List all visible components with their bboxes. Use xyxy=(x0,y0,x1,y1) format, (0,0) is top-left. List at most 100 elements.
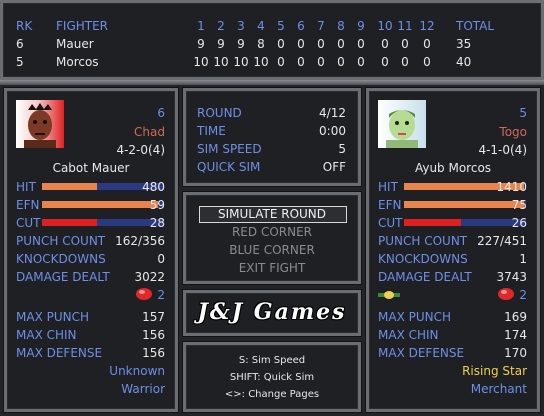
right-style: Merchant xyxy=(470,382,527,396)
left-record: 4-2-0(4) xyxy=(116,143,165,157)
right-max-chin: 174 xyxy=(504,328,527,342)
row2-scores-round-3: 10 xyxy=(233,55,249,69)
row2-scores-round-4: 10 xyxy=(253,55,269,69)
header-round-10: 10 xyxy=(377,19,393,33)
row2-rank: 5 xyxy=(16,55,24,69)
row1-name: Mauer xyxy=(56,37,94,51)
right-hit-value: 1410 xyxy=(496,180,527,194)
right-status: Rising Star xyxy=(462,364,527,378)
fight-menu-panel: SIMULATE ROUND RED CORNER BLUE CORNER EX… xyxy=(183,192,361,284)
header-round-11: 11 xyxy=(397,19,413,33)
row2-scores-round-12: 0 xyxy=(423,55,431,69)
scorecard-panel: RK FIGHTER 1 2 3 4 5 6 7 8 9 10 11 12 TOTAL 6 Mauer… xyxy=(0,0,544,80)
left-damage: 3022 xyxy=(134,270,165,284)
row2-scores-round-7: 0 xyxy=(317,55,325,69)
row1-scores-round-2: 9 xyxy=(217,37,225,51)
help-panel: S: Sim Speed SHIFT: Quick Sim <>: Change… xyxy=(183,342,361,412)
right-cut-label: CUT xyxy=(378,216,403,230)
right-full-name: Ayub Morcos xyxy=(414,161,492,175)
left-rank: 6 xyxy=(157,106,165,120)
header-round-3: 3 xyxy=(237,19,245,33)
row1-scores-round-4: 8 xyxy=(257,37,265,51)
header-fighter: FIGHTER xyxy=(56,19,109,33)
help-quick-sim: SHIFT: Quick Sim xyxy=(229,372,315,383)
header-round-8: 8 xyxy=(337,19,345,33)
header-round-1: 1 xyxy=(197,19,205,33)
header-total: TOTAL xyxy=(456,19,495,33)
left-max-defense: 156 xyxy=(142,346,165,360)
row2-scores-round-5: 0 xyxy=(277,55,285,69)
left-max-defense-label: MAX DEFENSE xyxy=(16,346,103,360)
left-punch-count: 162/356 xyxy=(115,234,165,248)
right-max-chin-label: MAX CHIN xyxy=(378,328,439,342)
blue-corner-option[interactable]: BLUE CORNER xyxy=(186,243,358,257)
left-fighter-panel: 6 Chad 4-2-0(4) Cabot Mauer HIT 480 EFN … xyxy=(4,88,178,412)
right-max-defense: 170 xyxy=(504,346,527,360)
round-info-panel: ROUND 4/12 TIME 0:00 SIM SPEED 5 QUICK S… xyxy=(183,88,361,186)
red-corner-option[interactable]: RED CORNER xyxy=(186,225,358,239)
right-rank: 5 xyxy=(519,106,527,120)
row2-scores-round-1: 10 xyxy=(193,55,209,69)
time-label: TIME xyxy=(197,124,226,138)
row1-scores-round-9: 0 xyxy=(357,37,365,51)
right-max-defense-label: MAX DEFENSE xyxy=(378,346,465,360)
header-round-12: 12 xyxy=(419,19,435,33)
row1-scores-round-12: 0 xyxy=(423,37,431,51)
right-punch-count-label: PUNCH COUNT xyxy=(378,234,468,248)
championship-belt-icon xyxy=(378,291,400,299)
left-knockdowns: 0 xyxy=(157,252,165,266)
row2-scores-round-2: 10 xyxy=(213,55,229,69)
row2-name: Morcos xyxy=(56,55,99,69)
right-damage-label: DAMAGE DEALT xyxy=(378,270,472,284)
left-status: Unknown xyxy=(109,364,165,378)
row2-scores-round-11: 0 xyxy=(401,55,409,69)
header-round-5: 5 xyxy=(277,19,285,33)
right-gloves-count: 2 xyxy=(519,288,527,302)
row1-total: 35 xyxy=(456,37,472,51)
row1-scores-round-8: 0 xyxy=(337,37,345,51)
right-hit-label: HIT xyxy=(378,180,398,194)
boxing-glove-icon xyxy=(498,288,514,300)
left-full-name: Cabot Mauer xyxy=(52,161,130,175)
row1-scores-round-11: 0 xyxy=(401,37,409,51)
right-portrait xyxy=(378,100,426,148)
right-max-punch-label: MAX PUNCH xyxy=(378,310,451,324)
left-knockdowns-label: KNOCKDOWNS xyxy=(16,252,106,266)
right-cut-bar xyxy=(404,219,461,226)
left-cut-value: 28 xyxy=(149,216,165,230)
time-value: 0:00 xyxy=(319,124,346,138)
row2-scores-round-6: 0 xyxy=(297,55,305,69)
row2-scores-round-10: 0 xyxy=(381,55,389,69)
right-punch-count: 227/451 xyxy=(477,234,527,248)
jj-games-logo: J&J Games xyxy=(197,299,347,325)
right-max-punch: 169 xyxy=(504,310,527,324)
header-round-7: 7 xyxy=(317,19,325,33)
left-gloves-count: 2 xyxy=(157,288,165,302)
header-round-6: 6 xyxy=(297,19,305,33)
left-damage-label: DAMAGE DEALT xyxy=(16,270,110,284)
left-hit-label: HIT xyxy=(16,180,36,194)
left-efn-bar xyxy=(42,201,158,208)
row1-scores-round-10: 0 xyxy=(381,37,389,51)
row2-scores-round-8: 0 xyxy=(337,55,345,69)
row1-scores-round-5: 0 xyxy=(277,37,285,51)
left-cut-label: CUT xyxy=(16,216,41,230)
frame-connector xyxy=(0,80,544,85)
header-rk: RK xyxy=(16,19,33,33)
header-round-4: 4 xyxy=(257,19,265,33)
left-max-punch: 157 xyxy=(142,310,165,324)
boxer-face-icon xyxy=(24,103,56,148)
left-max-punch-label: MAX PUNCH xyxy=(16,310,89,324)
sim-speed-value: 5 xyxy=(338,142,346,156)
exit-fight-option[interactable]: EXIT FIGHT xyxy=(186,261,358,275)
left-style: Warrior xyxy=(121,382,165,396)
right-fighter-panel: 5 Togo 4-1-0(4) Ayub Morcos HIT 1410 EFN… xyxy=(366,88,540,412)
row1-scores-round-7: 0 xyxy=(317,37,325,51)
round-label: ROUND xyxy=(197,106,242,120)
quick-sim-value: OFF xyxy=(322,160,346,174)
right-knockdowns: 1 xyxy=(519,252,527,266)
header-round-9: 9 xyxy=(357,19,365,33)
right-efn-value: 75 xyxy=(511,198,527,212)
right-record: 4-1-0(4) xyxy=(478,143,527,157)
left-punch-count-label: PUNCH COUNT xyxy=(16,234,106,248)
